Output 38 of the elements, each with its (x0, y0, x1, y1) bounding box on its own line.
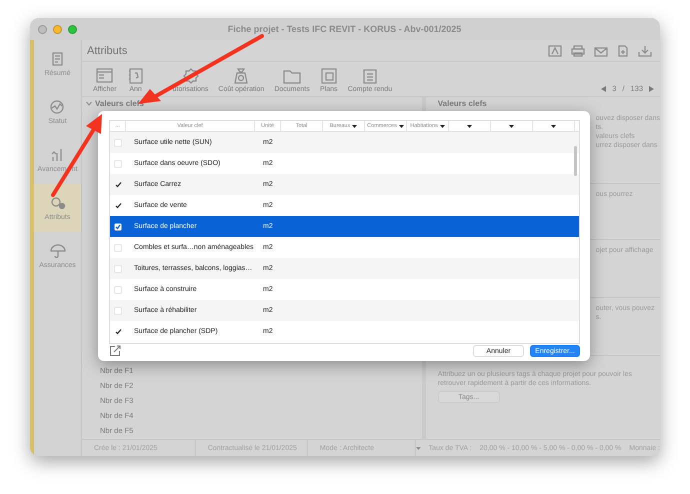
window-title: Fiche projet - Tests IFC REVIT - KORUS - Abv-001/2025 (226, 24, 462, 34)
badge-icon (182, 68, 200, 84)
new-document-icon[interactable] (617, 44, 629, 56)
help-title: Valeurs clefs (438, 99, 488, 108)
checkmark-icon[interactable] (114, 328, 122, 335)
close-button[interactable] (38, 24, 47, 34)
chart-circle-icon (50, 100, 66, 114)
envelope-icon[interactable] (594, 44, 608, 56)
caret-icon (416, 446, 421, 450)
next-icon[interactable] (649, 86, 654, 92)
folder-icon (283, 68, 302, 84)
chevron-icon[interactable] (86, 101, 92, 106)
caret-icon (440, 124, 445, 128)
caret-icon (352, 124, 358, 128)
scrollbar[interactable] (574, 146, 577, 176)
text-box-icon[interactable] (548, 44, 562, 56)
window-icon (96, 68, 114, 84)
checkmark-icon[interactable] (114, 181, 122, 188)
zoom-button[interactable] (68, 24, 77, 34)
checkbox[interactable] (114, 222, 122, 230)
checkmark-icon[interactable] (114, 202, 122, 209)
caret-icon (509, 124, 514, 128)
external-link-icon[interactable] (109, 345, 121, 357)
printer-icon[interactable] (571, 44, 585, 56)
caret-icon (551, 124, 556, 128)
previous-icon[interactable] (601, 86, 606, 92)
page-title: Attributs (87, 44, 128, 56)
gears-icon (50, 196, 66, 210)
money-bag-icon (232, 68, 250, 84)
clipboard-icon (360, 68, 379, 84)
download-icon[interactable] (638, 44, 652, 56)
blueprint-icon (320, 68, 338, 84)
document-icon (50, 52, 66, 66)
address-book-icon (126, 68, 145, 84)
caret-icon (467, 124, 472, 128)
minimize-button[interactable] (53, 24, 62, 34)
caret-icon (398, 124, 404, 128)
umbrella-icon (50, 244, 66, 258)
